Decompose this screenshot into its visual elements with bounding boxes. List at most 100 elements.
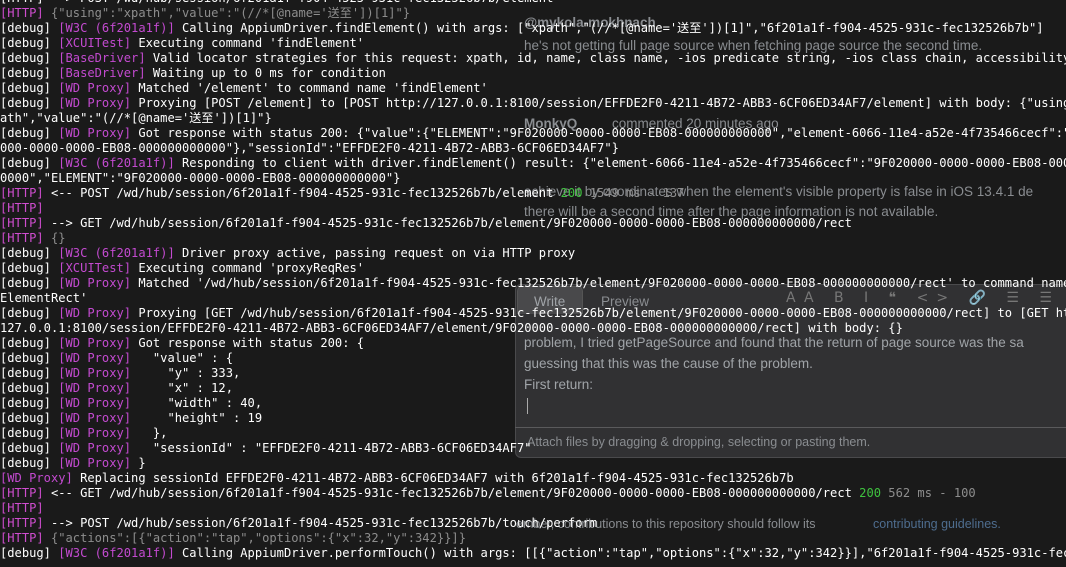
log-segment: [W3C (6f201a1f)] xyxy=(58,246,175,260)
log-segment: [W3C (6f201a1f)] xyxy=(58,156,175,170)
log-line: 127.0.0.1:8100/session/EFFDE2F0-4211-4B7… xyxy=(0,321,1066,336)
log-segment: 0000","ELEMENT":"9F020000-0000-0000-EB08… xyxy=(0,171,401,185)
log-segment: "sessionId" : "EFFDE2F0-4211-4B72-ABB3-6… xyxy=(131,441,532,455)
log-segment: [debug] xyxy=(0,246,59,260)
log-segment: [debug] xyxy=(0,126,59,140)
log-line: [HTTP] {} xyxy=(0,231,1066,246)
log-segment: [debug] xyxy=(0,456,59,470)
log-segment: Calling AppiumDriver.performTouch() with… xyxy=(174,546,1066,560)
log-line: ElementRect' xyxy=(0,291,1066,306)
log-segment: [HTTP] xyxy=(0,501,44,515)
log-line: [debug] [WD Proxy] Matched '/element' to… xyxy=(0,81,1066,96)
log-line: 0000","ELEMENT":"9F020000-0000-0000-EB08… xyxy=(0,171,1066,186)
log-segment: [WD Proxy] xyxy=(58,96,132,110)
log-segment: [debug] xyxy=(0,276,59,290)
log-segment: [WD Proxy] xyxy=(58,276,132,290)
log-segment: [HTTP] xyxy=(0,216,51,230)
log-segment: {} xyxy=(50,231,66,245)
log-segment: [WD Proxy] xyxy=(58,441,132,455)
log-line: [debug] [BaseDriver] Waiting up to 0 ms … xyxy=(0,66,1066,81)
log-segment: [WD Proxy] xyxy=(58,351,132,365)
log-segment: Waiting up to 0 ms for condition xyxy=(145,66,386,80)
log-segment: 562 ms - 100 xyxy=(881,486,976,500)
log-line: [HTTP] {"actions":[{"action":"tap","opti… xyxy=(0,531,1066,546)
log-line: [HTTP] xyxy=(0,201,1066,216)
log-segment: [WD Proxy] xyxy=(58,336,132,350)
log-segment: 200 xyxy=(560,186,583,200)
log-segment: }, xyxy=(131,426,168,440)
log-line: [debug] [WD Proxy] Proxying [GET /wd/hub… xyxy=(0,306,1066,321)
log-segment: 000-0000-0000-EB08-000000000000"},"sessi… xyxy=(0,141,619,155)
log-segment: [debug] xyxy=(0,156,59,170)
log-segment: } xyxy=(131,456,146,470)
log-segment: [debug] xyxy=(0,36,59,50)
log-line: [debug] [WD Proxy] "x" : 12, xyxy=(0,381,1066,396)
log-line: [debug] [WD Proxy] Matched '/wd/hub/sess… xyxy=(0,276,1066,291)
log-line: [debug] [WD Proxy] "sessionId" : "EFFDE2… xyxy=(0,441,1066,456)
log-line: [debug] [WD Proxy] "value" : { xyxy=(0,351,1066,366)
log-segment: [W3C (6f201a1f)] xyxy=(58,21,175,35)
log-segment: [WD Proxy] xyxy=(58,426,132,440)
log-segment: Responding to client with driver.findEle… xyxy=(174,156,1066,170)
log-segment: [debug] xyxy=(0,96,59,110)
log-segment: [debug] xyxy=(0,66,59,80)
log-segment: 1549 ms - 137 xyxy=(582,186,685,200)
log-segment: [WD Proxy] xyxy=(58,81,132,95)
log-line: [debug] [WD Proxy] }, xyxy=(0,426,1066,441)
log-segment: Proxying [GET /wd/hub/session/6f201a1f-f… xyxy=(131,306,1066,320)
log-segment: [WD Proxy] xyxy=(58,366,132,380)
log-line: [WD Proxy] Replacing sessionId EFFDE2F0-… xyxy=(0,471,1066,486)
log-segment: [HTTP] xyxy=(0,6,51,20)
log-line: [debug] [BaseDriver] Valid locator strat… xyxy=(0,51,1066,66)
log-segment: Matched '/element' to command name 'find… xyxy=(131,81,488,95)
log-segment: [WD Proxy] xyxy=(58,306,132,320)
log-segment: "height" : 19 xyxy=(131,411,263,425)
log-segment: ElementRect' xyxy=(0,291,88,305)
log-segment: [W3C (6f201a1f)] xyxy=(58,546,175,560)
log-segment: [debug] xyxy=(0,81,59,95)
log-line: [debug] [WD Proxy] } xyxy=(0,456,1066,471)
log-segment: Got response with status 200: {"value":{… xyxy=(131,126,1066,140)
log-segment: [debug] xyxy=(0,426,59,440)
log-segment: Replacing sessionId EFFDE2F0-4211-4B72-A… xyxy=(72,471,794,485)
log-line: [debug] [WD Proxy] Got response with sta… xyxy=(0,336,1066,351)
log-line: [debug] [W3C (6f201a1f)] Responding to c… xyxy=(0,156,1066,171)
log-segment: {"using":"xpath","value":"(//*[@name='送至… xyxy=(50,6,411,20)
log-segment: [debug] xyxy=(0,51,59,65)
log-segment: Executing command 'findElement' xyxy=(131,36,365,50)
log-segment: <-- POST /wd/hub/session/6f201a1f-f904-4… xyxy=(50,186,561,200)
log-segment: [debug] xyxy=(0,366,59,380)
log-segment: [debug] xyxy=(0,396,59,410)
log-segment: ath","value":"(//*[@name='送至'])[1]"} xyxy=(0,111,272,125)
log-segment: [HTTP] xyxy=(0,201,44,215)
log-line: [HTTP] {"using":"xpath","value":"(//*[@n… xyxy=(0,6,1066,21)
log-line: [debug] [WD Proxy] "height" : 19 xyxy=(0,411,1066,426)
log-segment: Matched '/wd/hub/session/6f201a1f-f904-4… xyxy=(131,276,1066,290)
log-segment: [XCUITest] xyxy=(58,36,132,50)
log-line: [debug] [XCUITest] Executing command 'fi… xyxy=(0,36,1066,51)
log-segment: [WD Proxy] xyxy=(58,456,132,470)
log-segment: Got response with status 200: { xyxy=(131,336,365,350)
log-segment: [debug] xyxy=(0,546,59,560)
log-line: [debug] [WD Proxy] "width" : 40, xyxy=(0,396,1066,411)
log-segment: [debug] xyxy=(0,336,59,350)
log-segment: "width" : 40, xyxy=(131,396,263,410)
log-segment: Executing command 'proxyReqRes' xyxy=(131,261,365,275)
log-segment: [HTTP] --> POST /wd/hub/session/6f201a1f… xyxy=(0,0,553,5)
log-segment: [WD Proxy] xyxy=(58,411,132,425)
log-segment: [HTTP] xyxy=(0,531,51,545)
log-line: [debug] [WD Proxy] Got response with sta… xyxy=(0,126,1066,141)
log-segment: [debug] xyxy=(0,261,59,275)
log-line: [HTTP] --> GET /wd/hub/session/6f201a1f-… xyxy=(0,216,1066,231)
log-segment: [WD Proxy] xyxy=(58,396,132,410)
log-segment: "y" : 333, xyxy=(131,366,241,380)
log-segment: [BaseDriver] xyxy=(58,66,146,80)
log-segment: Calling AppiumDriver.findElement() with … xyxy=(174,21,1044,35)
log-line: ath","value":"(//*[@name='送至'])[1]"} xyxy=(0,111,1066,126)
log-segment: [debug] xyxy=(0,441,59,455)
log-line: [HTTP] xyxy=(0,501,1066,516)
log-segment: [HTTP] xyxy=(0,486,51,500)
log-segment: [BaseDriver] xyxy=(58,51,146,65)
log-segment: [HTTP] xyxy=(0,186,51,200)
terminal-log[interactable]: [HTTP] --> POST /wd/hub/session/6f201a1f… xyxy=(0,0,1066,561)
